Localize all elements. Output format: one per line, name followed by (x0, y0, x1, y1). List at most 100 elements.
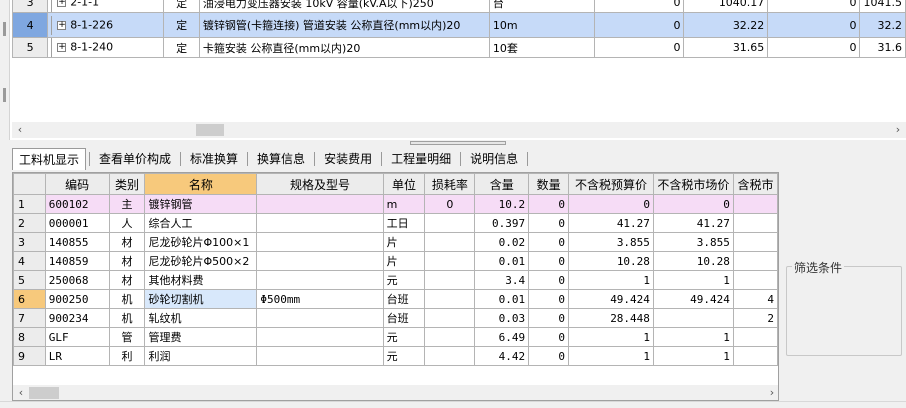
resource-market-price[interactable]: 1 (652, 327, 734, 347)
quota-value[interactable]: 0 (767, 12, 861, 38)
resource-quantity[interactable]: 0 (528, 308, 570, 328)
resource-content[interactable]: 6.49 (474, 327, 530, 347)
tab-labor-material-machine[interactable]: 工料机显示 (12, 148, 87, 170)
arrow-right-icon[interactable]: › (890, 122, 906, 138)
resource-budget-price[interactable]: 0 (568, 194, 654, 214)
resource-row[interactable]: 8 GLF 管管理费元 6.49 0 1 1 (13, 327, 778, 347)
resource-spec[interactable] (256, 194, 384, 214)
resource-budget-price[interactable]: 10.28 (568, 251, 654, 271)
resource-horizontal-scrollbar[interactable]: ‹ › (13, 385, 778, 400)
resource-code[interactable]: GLF (44, 327, 110, 347)
resource-category[interactable]: 机 (108, 308, 146, 328)
resource-loss-rate[interactable] (424, 232, 476, 252)
plus-box-icon[interactable]: + (57, 43, 67, 52)
resource-loss-rate[interactable] (424, 289, 476, 309)
resource-unit[interactable]: 元 (382, 327, 426, 347)
resource-name[interactable]: 尼龙砂轮片Φ500×2 (144, 251, 258, 271)
resource-name[interactable]: 轧纹机 (144, 308, 258, 328)
resource-content[interactable]: 0.03 (474, 308, 530, 328)
resource-row[interactable]: 2 000001 人综合人工 工日 0.397 0 41.27 41.27 (13, 213, 778, 233)
resource-category[interactable]: 管 (108, 327, 146, 347)
resource-budget-price[interactable]: 28.448 (568, 308, 654, 328)
resource-code[interactable]: LR (44, 346, 110, 366)
header-loss-rate[interactable]: 损耗率 (424, 173, 476, 195)
resource-content[interactable]: 0.02 (474, 232, 530, 252)
header-name[interactable]: 名称 (144, 173, 258, 195)
quota-value[interactable]: 31.6 (859, 37, 906, 58)
resource-quantity[interactable]: 0 (528, 213, 570, 233)
header-budget-price[interactable]: 不含税预算价 (568, 173, 654, 195)
resource-loss-rate[interactable] (424, 346, 476, 366)
resource-name[interactable]: 管理费 (144, 327, 258, 347)
quota-row[interactable]: 5 +8-1-240 定 卡箍安装 公称直径(mm以内)20 10套 0 31.… (11, 37, 906, 58)
resource-unit[interactable]: 台班 (382, 289, 426, 309)
resource-unit[interactable]: m (382, 194, 426, 214)
quota-value[interactable]: 0 (594, 0, 685, 13)
resource-name[interactable]: 尼龙砂轮片Φ100×1 (144, 232, 258, 252)
header-unit[interactable]: 单位 (382, 173, 426, 195)
resource-row[interactable]: 1 600102 主镀锌钢管 m 0 10.2 0 0 0 (13, 194, 778, 214)
resource-name[interactable]: 砂轮切割机 (144, 289, 258, 309)
quota-horizontal-scrollbar[interactable]: ‹ › (12, 122, 906, 138)
resource-quantity[interactable]: 0 (528, 270, 570, 290)
resource-row[interactable]: 5 250068 材其他材料费元 3.4 0 1 1 (13, 270, 778, 290)
quota-value[interactable]: 1040.17 (683, 0, 769, 13)
resource-category[interactable]: 利 (108, 346, 146, 366)
quota-value[interactable]: 0 (767, 37, 861, 58)
resource-budget-price[interactable]: 1 (568, 327, 654, 347)
header-content[interactable]: 含量 (474, 173, 530, 195)
resource-spec[interactable]: Φ500mm (256, 289, 384, 309)
resource-spec[interactable] (256, 251, 384, 271)
header-category[interactable]: 类别 (108, 173, 146, 195)
resource-code[interactable]: 600102 (44, 194, 110, 214)
resource-tax-market-price[interactable] (732, 270, 778, 290)
resource-category[interactable]: 材 (108, 270, 146, 290)
resource-content[interactable]: 3.4 (474, 270, 530, 290)
resource-loss-rate[interactable]: 0 (424, 194, 476, 214)
quota-value[interactable]: 31.65 (683, 37, 769, 58)
resource-market-price[interactable]: 49.424 (652, 289, 734, 309)
header-tax-market-price[interactable]: 含税市 (732, 173, 778, 195)
left-splitter-strip[interactable] (0, 0, 10, 140)
resource-tax-market-price[interactable] (732, 251, 778, 271)
resource-content[interactable]: 10.2 (474, 194, 530, 214)
resource-market-price[interactable]: 1 (652, 270, 734, 290)
quota-code-cell[interactable]: +8-1-240 (47, 37, 165, 58)
resource-spec[interactable] (256, 213, 384, 233)
scrollbar-thumb[interactable] (196, 124, 224, 136)
resource-category[interactable]: 材 (108, 232, 146, 252)
resource-budget-price[interactable]: 1 (568, 270, 654, 290)
scrollbar-thumb[interactable] (29, 387, 59, 399)
resource-spec[interactable] (256, 327, 384, 347)
resource-category[interactable]: 人 (108, 213, 146, 233)
quota-code-cell[interactable]: +2-1-1 (47, 0, 165, 13)
resource-content[interactable]: 0.01 (474, 251, 530, 271)
resource-row[interactable]: 7 900234 机轧纹机 台班 0.03 0 28.448 2 (13, 308, 778, 328)
tab-conversion-info[interactable]: 换算信息 (251, 149, 311, 169)
quota-value[interactable]: 0 (594, 12, 685, 38)
resource-quantity[interactable]: 0 (528, 251, 570, 271)
resource-quantity[interactable]: 0 (528, 327, 570, 347)
resource-spec[interactable] (256, 346, 384, 366)
quota-value[interactable]: 0 (767, 0, 861, 13)
quota-row[interactable]: 3 +2-1-1 定 油浸电力变压器安装 10kV 容量(kV.A以下)250 … (11, 0, 906, 13)
plus-box-icon[interactable]: + (57, 0, 67, 7)
quota-value[interactable]: 0 (594, 37, 685, 58)
resource-spec[interactable] (256, 308, 384, 328)
quota-value[interactable]: 32.22 (683, 12, 769, 38)
resource-name[interactable]: 利润 (144, 346, 258, 366)
resource-quantity[interactable]: 0 (528, 194, 570, 214)
tab-description[interactable]: 说明信息 (464, 149, 524, 169)
splitter-grip[interactable] (410, 141, 506, 145)
resource-budget-price[interactable]: 3.855 (568, 232, 654, 252)
resource-tax-market-price[interactable]: 4 (732, 289, 778, 309)
resource-spec[interactable] (256, 232, 384, 252)
resource-unit[interactable]: 片 (382, 232, 426, 252)
arrow-right-icon[interactable]: › (764, 385, 778, 400)
header-quantity[interactable]: 数量 (528, 173, 570, 195)
panel-splitter[interactable] (0, 140, 906, 146)
resource-unit[interactable]: 工日 (382, 213, 426, 233)
tab-quantity-detail[interactable]: 工程量明细 (385, 149, 457, 169)
resource-quantity[interactable]: 0 (528, 346, 570, 366)
resource-code[interactable]: 900250 (44, 289, 110, 309)
